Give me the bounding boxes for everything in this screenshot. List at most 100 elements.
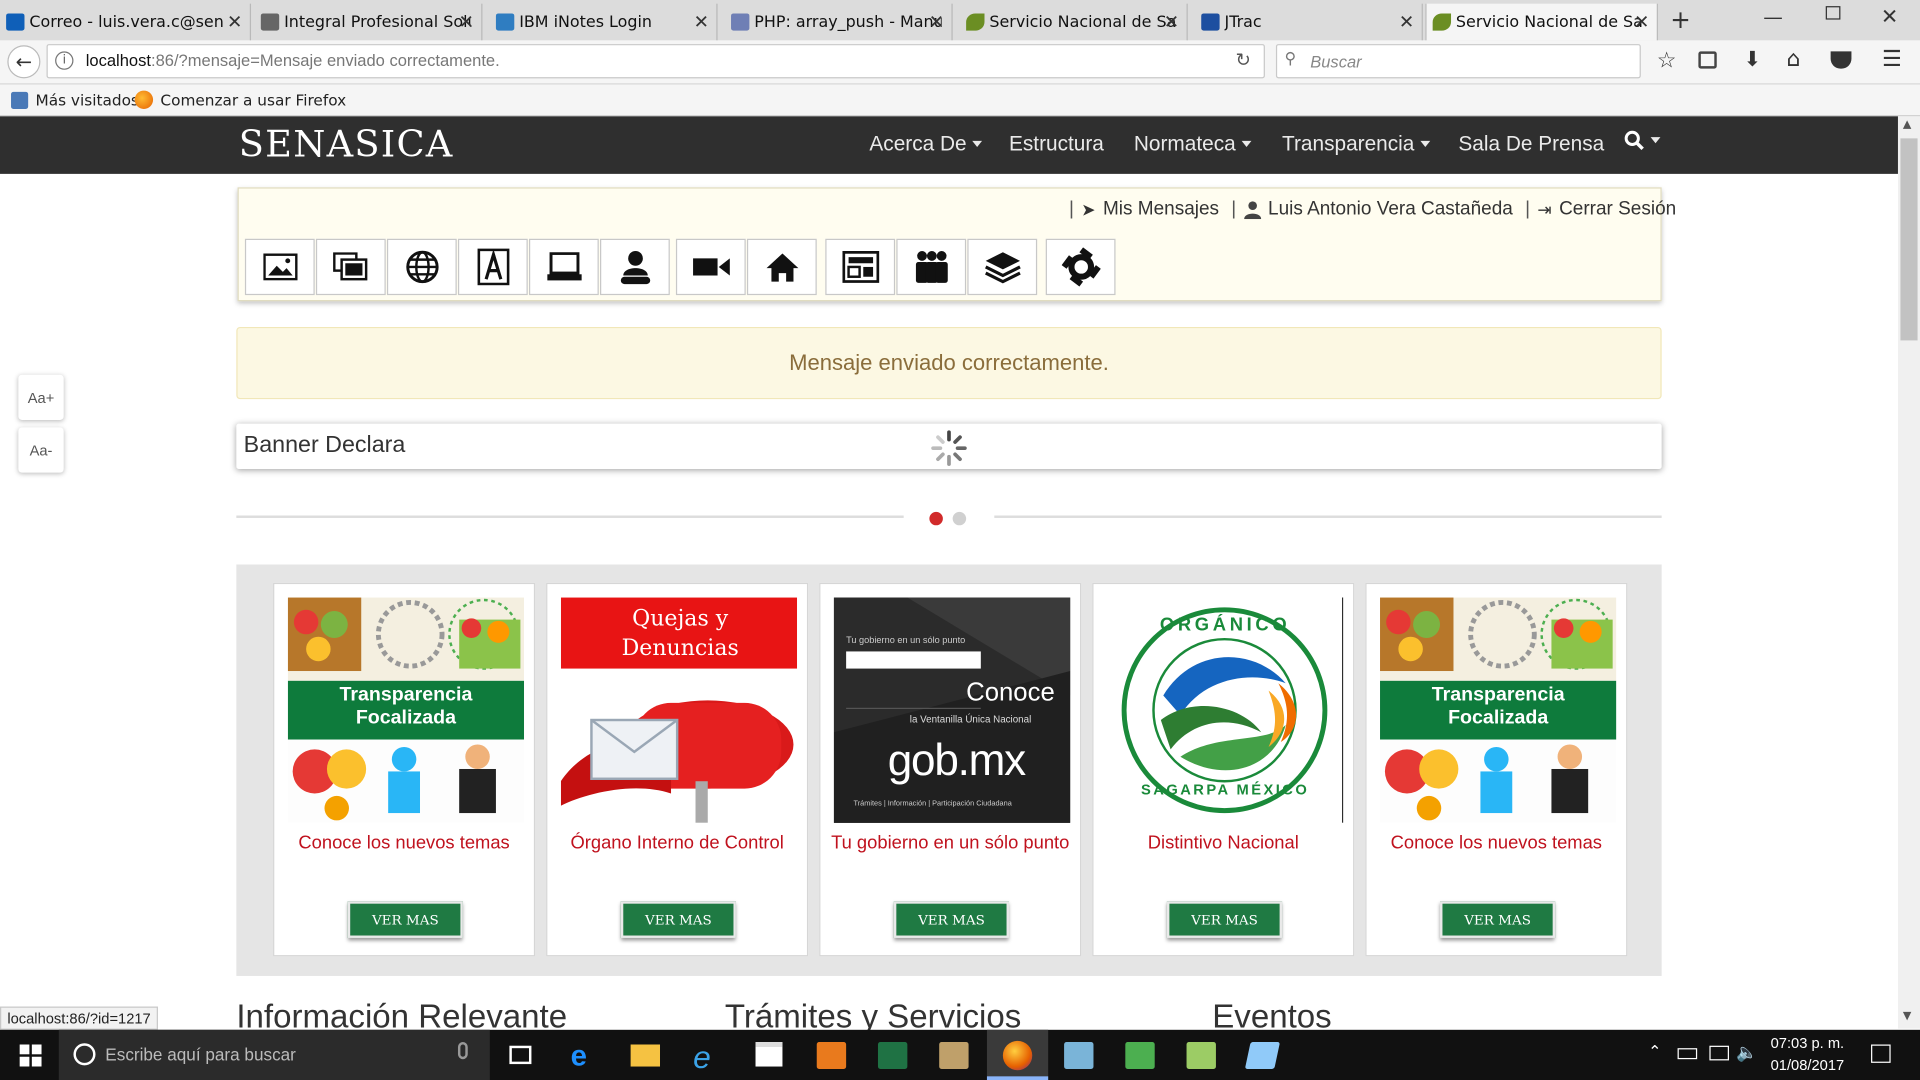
clock-time[interactable]: 07:03 p. m. xyxy=(1771,1035,1845,1052)
show-hidden-icons[interactable]: ⌃ xyxy=(1648,1043,1661,1061)
browser-tab[interactable]: Integral Profesional Solu ✕ xyxy=(255,3,483,41)
bookmark-getting-started[interactable]: Comenzar a usar Firefox xyxy=(134,90,346,109)
scroll-down-icon[interactable]: ▼ xyxy=(1903,1010,1911,1022)
pocket-icon[interactable] xyxy=(1830,51,1852,69)
menu-estructura[interactable]: Estructura xyxy=(1009,132,1104,156)
browser-tab[interactable]: Correo - luis.vera.c@sen ✕ xyxy=(0,3,252,41)
clock-date[interactable]: 01/08/2017 xyxy=(1771,1057,1845,1074)
toolbar-text-button[interactable] xyxy=(457,238,528,296)
card-title[interactable]: Conoce los nuevos temas xyxy=(1371,833,1621,854)
taskbar-search-box[interactable]: Escribe aquí para buscar xyxy=(58,1029,490,1080)
file-explorer-icon[interactable] xyxy=(630,1044,661,1067)
carousel-dot[interactable] xyxy=(952,511,967,526)
close-window-icon[interactable]: ✕ xyxy=(1881,5,1898,29)
taskbar-firefox[interactable] xyxy=(986,1029,1049,1080)
font-decrease-button[interactable]: Aa- xyxy=(18,427,64,473)
notepad-icon[interactable] xyxy=(1186,1042,1216,1069)
toolbar-video-button[interactable] xyxy=(675,238,746,296)
bookmark-most-visited[interactable]: Más visitados xyxy=(11,91,139,109)
store-icon[interactable] xyxy=(755,1042,783,1067)
restore-icon[interactable] xyxy=(1825,6,1841,20)
home-browser-icon[interactable]: ⌂ xyxy=(1787,47,1801,73)
battery-icon[interactable] xyxy=(1677,1048,1698,1060)
new-tab-icon[interactable]: + xyxy=(1670,5,1691,34)
microphone-icon[interactable] xyxy=(457,1042,468,1060)
ver-mas-button[interactable]: VER MAS xyxy=(620,901,736,938)
card-quejas: Quejas y Denuncias Órgano Interno de Con… xyxy=(546,582,809,957)
menu-normateca[interactable]: Normateca xyxy=(1134,132,1252,156)
menu-sala-de-prensa[interactable]: Sala De Prensa xyxy=(1458,132,1604,156)
card-title[interactable]: Distintivo Nacional xyxy=(1098,833,1348,854)
toolbar-layout-button[interactable] xyxy=(825,238,896,296)
app2-icon[interactable] xyxy=(1244,1042,1281,1069)
toolbar-person-button[interactable] xyxy=(600,238,670,296)
toolbar-home-button[interactable] xyxy=(746,238,817,296)
tools-icon[interactable] xyxy=(939,1042,969,1069)
scroll-up-icon[interactable]: ▲ xyxy=(1903,119,1911,131)
toolbar-image-button[interactable] xyxy=(244,238,315,296)
site-search-toggle[interactable] xyxy=(1624,130,1661,157)
internet-explorer-icon[interactable]: e xyxy=(693,1038,711,1076)
close-tab-icon[interactable]: ✕ xyxy=(1634,11,1649,33)
card-title[interactable]: Órgano Interno de Control xyxy=(552,833,802,854)
ver-mas-button[interactable]: VER MAS xyxy=(347,901,463,938)
info-icon[interactable]: i xyxy=(55,51,74,70)
reload-icon[interactable]: ↻ xyxy=(1236,49,1251,71)
toolbar-laptop-button[interactable] xyxy=(528,238,599,296)
close-tab-icon[interactable]: ✕ xyxy=(1399,11,1414,33)
font-increase-button[interactable]: Aa+ xyxy=(18,374,64,421)
notifications-icon[interactable] xyxy=(1871,1044,1891,1063)
task-view-icon[interactable] xyxy=(509,1045,532,1065)
card-title[interactable]: Conoce los nuevos temas xyxy=(279,833,529,854)
mis-mensajes-link[interactable]: Mis Mensajes xyxy=(1103,198,1219,220)
download-icon[interactable]: ⬇ xyxy=(1744,48,1761,72)
reading-list-icon[interactable] xyxy=(1698,51,1717,69)
url-bar[interactable]: i localhost:86/?mensaje=Mensaje enviado … xyxy=(46,44,1265,79)
gobmx-image[interactable]: Tu gobierno en un sólo punto Conoce la V… xyxy=(833,597,1071,823)
close-tab-icon[interactable]: ✕ xyxy=(458,11,473,33)
search-bar[interactable]: ⚲ Buscar xyxy=(1275,44,1641,79)
toolbar-layers-button[interactable] xyxy=(967,238,1038,296)
toolbar-aperture-button[interactable] xyxy=(1045,238,1116,296)
user-name-link[interactable]: Luis Antonio Vera Castañeda xyxy=(1268,198,1513,220)
network-icon[interactable] xyxy=(1709,1045,1729,1061)
ver-mas-button[interactable]: VER MAS xyxy=(1440,901,1556,938)
transparencia-image[interactable]: Transparencia Focalizada xyxy=(1380,597,1617,823)
media-icon[interactable] xyxy=(1125,1042,1155,1069)
outlook-icon[interactable] xyxy=(816,1042,847,1069)
app-icon[interactable] xyxy=(1064,1042,1094,1069)
excel-icon[interactable] xyxy=(877,1042,908,1069)
menu-acerca-de[interactable]: Acerca De xyxy=(869,132,983,156)
menu-transparencia[interactable]: Transparencia xyxy=(1282,132,1431,156)
organico-seal-image[interactable]: ORGÁNICO SAGARPA MÉXICO xyxy=(1106,597,1344,823)
toolbar-globe-button[interactable] xyxy=(386,238,457,296)
carousel-dot-active[interactable] xyxy=(929,511,943,526)
browser-tab-active[interactable]: Servicio Nacional de Sa ✕ xyxy=(1425,3,1658,41)
transparencia-image[interactable]: Transparencia Focalizada xyxy=(287,597,525,823)
toolbar-group-button[interactable] xyxy=(896,238,967,296)
ver-mas-button[interactable]: VER MAS xyxy=(893,901,1009,938)
toolbar-gallery-button[interactable] xyxy=(315,238,386,296)
card-title[interactable]: Tu gobierno en un sólo punto xyxy=(825,833,1075,854)
close-tab-icon[interactable]: ✕ xyxy=(227,11,242,33)
close-tab-icon[interactable]: ✕ xyxy=(694,11,709,33)
browser-tab[interactable]: Servicio Nacional de Sa ✕ xyxy=(960,3,1188,41)
browser-tab[interactable]: JTrac ✕ xyxy=(1195,3,1423,41)
minimize-icon[interactable]: — xyxy=(1763,5,1783,28)
volume-icon[interactable]: 🔈 xyxy=(1736,1043,1757,1063)
back-icon[interactable]: ← xyxy=(7,45,41,79)
edge-icon[interactable]: e xyxy=(571,1040,587,1074)
hamburger-menu-icon[interactable]: ☰ xyxy=(1882,47,1902,73)
browser-tab[interactable]: IBM iNotes Login ✕ xyxy=(490,3,718,41)
close-tab-icon[interactable]: ✕ xyxy=(929,11,944,33)
senasica-logo[interactable]: SENASICA xyxy=(239,124,454,167)
cerrar-sesion-link[interactable]: Cerrar Sesión xyxy=(1559,198,1676,220)
close-tab-icon[interactable]: ✕ xyxy=(1164,11,1179,33)
page-scrollbar[interactable]: ▲ ▼ xyxy=(1897,116,1920,1029)
windows-start-icon[interactable] xyxy=(19,1044,42,1067)
scrollbar-thumb[interactable] xyxy=(1900,138,1918,341)
ver-mas-button[interactable]: VER MAS xyxy=(1166,901,1283,938)
bookmark-star-icon[interactable]: ☆ xyxy=(1657,48,1677,74)
browser-tab[interactable]: PHP: array_push - Manua ✕ xyxy=(725,3,953,41)
quejas-image[interactable]: Quejas y Denuncias xyxy=(560,597,798,823)
